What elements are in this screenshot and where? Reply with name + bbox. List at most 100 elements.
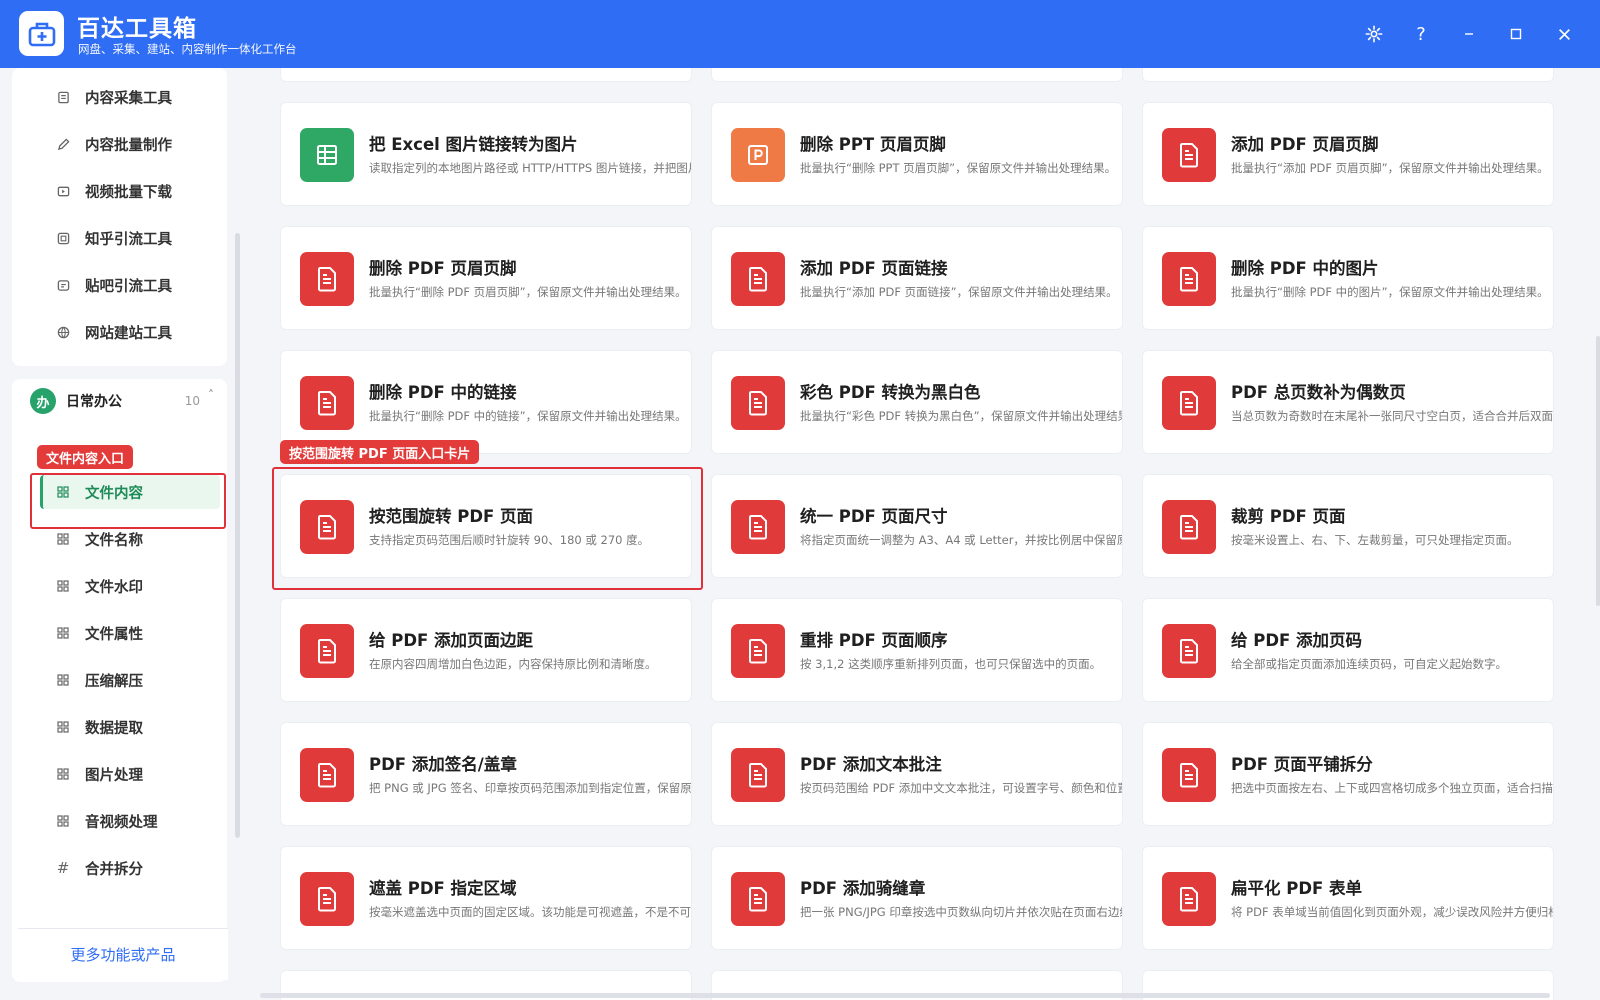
horizontal-scrollbar[interactable] [260,993,1550,998]
group-title: 日常办公 [66,394,122,410]
sidebar-item-label: 文件水印 [85,579,143,596]
sidebar-item-content-batch[interactable]: 内容批量制作 [40,127,220,161]
tool-card-title: 扁平化 PDF 表单 [1231,879,1363,898]
sidebar-item-file-watermark[interactable]: 文件水印 [40,569,220,603]
app-subtitle: 网盘、采集、建站、内容制作一体化工作台 [78,42,297,56]
tool-card[interactable]: PDF 添加签名/盖章把 PNG 或 JPG 签名、印章按页码范围添加到指定位置… [280,722,692,826]
sidebar-item-zhihu[interactable]: 知乎引流工具 [40,221,220,255]
pdf-icon [731,624,785,678]
tool-card-description: 读取指定列的本地图片路径或 HTTP/HTTPS 图片链接，并把图片 [369,161,692,175]
pdf-icon [1162,252,1216,306]
tool-card-title: 裁剪 PDF 页面 [1231,507,1346,526]
close-button[interactable] [1548,18,1580,50]
sidebar-group-daily-office[interactable]: 办 日常办公 10 ˄ [30,386,222,416]
tool-card-title: 给 PDF 添加页码 [1231,631,1363,650]
tool-card[interactable]: PDF 总页数补为偶数页 当总页数为奇数时在末尾补一张同尺寸空白页，适合合并后双面… [1142,350,1554,454]
sidebar-item-av-processing[interactable]: 音视频处理 [40,804,220,838]
tool-card[interactable]: PDF 页面平铺拆分把选中页面按左右、上下或四宫格切成多个独立页面，适合扫描样 [1142,722,1554,826]
tieba-icon [55,277,71,293]
tool-card[interactable]: 遮盖 PDF 指定区域 按毫米遮盖选中页面的固定区域。该功能是可视遮盖，不是不可逆 [280,846,692,950]
sidebar-item-image-processing[interactable]: 图片处理 [40,757,220,791]
tool-card-description: 批量执行“删除 PDF 中的图片”，保留原文件并输出处理结果。 [1231,285,1549,299]
tool-card-partial[interactable] [1142,68,1554,82]
grid-icon [55,625,71,641]
tool-card[interactable]: PDF 添加骑缝章 把一张 PNG/JPG 印章按选中页数纵向切片并依次贴在页面右… [711,846,1123,950]
settings-button[interactable] [1358,18,1390,50]
sidebar-item-label: 视频批量下载 [85,184,172,201]
tool-card[interactable]: 添加 PDF 页面链接 批量执行“添加 PDF 页面链接”，保留原文件并输出处理结… [711,226,1123,330]
tool-card[interactable]: 删除 PPT 页眉页脚 批量执行“删除 PPT 页眉页脚”，保留原文件并输出处理结… [711,102,1123,206]
pdf-icon [300,252,354,306]
sidebar-item-label: 压缩解压 [85,673,143,690]
sidebar-item-data-extract[interactable]: 数据提取 [40,710,220,744]
group-badge: 办 [30,388,56,414]
pdf-icon [300,376,354,430]
ppt-icon [731,128,785,182]
tool-card[interactable]: 删除 PDF 中的链接批量执行“删除 PDF 中的链接”，保留原文件并输出处理结… [280,350,692,454]
tool-card[interactable]: 彩色 PDF 转换为黑白色 批量执行“彩色 PDF 转换为黑白色”，保留原文件并输… [711,350,1123,454]
tool-card[interactable]: 给 PDF 添加页码 给全部或指定页面添加连续页码，可自定义起始数字。 [1142,598,1554,702]
tool-card[interactable]: 统一 PDF 页面尺寸 将指定页面统一调整为 A3、A4 或 Letter，并按比… [711,474,1123,578]
group-count: 10 [184,394,200,408]
tool-card[interactable]: 删除 PDF 页眉页脚 批量执行“删除 PDF 页眉页脚”，保留原文件并输出处理结… [280,226,692,330]
sidebar-item-file-attributes[interactable]: 文件属性 [40,616,220,650]
tool-card-title: PDF 添加文本批注 [800,755,942,774]
sidebar-item-merge-split[interactable]: # 合并拆分 [40,851,220,885]
tool-card[interactable]: 扁平化 PDF 表单将 PDF 表单域当前值固化到页面外观，减少误改风险并方便归… [1142,846,1554,950]
tool-card-partial[interactable] [280,68,692,82]
tool-card-title: 删除 PPT 页眉页脚 [800,135,946,154]
minimize-button[interactable] [1453,18,1485,50]
pdf-icon [731,376,785,430]
tool-card[interactable]: 裁剪 PDF 页面 按毫米设置上、右、下、左裁剪量，可只处理指定页面。 [1142,474,1554,578]
tool-card-title: 重排 PDF 页面顺序 [800,631,948,650]
maximize-button[interactable] [1500,18,1532,50]
document-icon [55,89,71,105]
tool-card-title: 删除 PDF 中的图片 [1231,259,1379,278]
tool-card[interactable]: 把 Excel 图片链接转为图片 读取指定列的本地图片路径或 HTTP/HTTPS… [280,102,692,206]
help-button[interactable]: ? [1405,18,1437,50]
tool-card[interactable]: 重排 PDF 页面顺序按 3,1,2 这类顺序重新排列页面，也可只保留选中的页面… [711,598,1123,702]
sidebar-item-label: 文件名称 [85,532,143,549]
tool-card-partial[interactable] [711,68,1123,82]
tool-card-description: 把一张 PNG/JPG 印章按选中页数纵向切片并依次贴在页面右边缘 [800,905,1123,919]
tool-card-description: 批量执行“彩色 PDF 转换为黑白色”，保留原文件并输出处理结果。 [800,409,1123,423]
sidebar-scroll-thumb[interactable] [235,233,240,838]
sidebar-item-compress[interactable]: 压缩解压 [40,663,220,697]
app-title: 百达工具箱 [77,16,197,42]
tool-card-title: 遮盖 PDF 指定区域 [369,879,517,898]
tool-card-title: 删除 PDF 页眉页脚 [369,259,517,278]
grid-icon [55,813,71,829]
chevron-up-icon[interactable]: ˄ [208,388,214,402]
tool-card[interactable]: 添加 PDF 页眉页脚 批量执行“添加 PDF 页眉页脚”，保留原文件并输出处理结… [1142,102,1554,206]
pdf-icon [1162,748,1216,802]
excel-icon [300,128,354,182]
sidebar-item-website[interactable]: 网站建站工具 [40,315,220,349]
tool-card-title: PDF 总页数补为偶数页 [1231,383,1406,402]
pdf-icon [731,252,785,306]
pdf-icon [300,624,354,678]
sidebar-item-label: 图片处理 [85,767,143,784]
hash-icon: # [56,859,70,877]
tool-card[interactable]: 删除 PDF 中的图片批量执行“删除 PDF 中的图片”，保留原文件并输出处理结… [1142,226,1554,330]
main-scrollbar[interactable] [1595,68,1600,1000]
tool-card[interactable]: PDF 添加文本批注 按页码范围给 PDF 添加中文文本批注，可设置字号、颜色和位… [711,722,1123,826]
sidebar-item-label: 网站建站工具 [85,325,172,342]
tool-card-description: 批量执行“删除 PDF 中的链接”，保留原文件并输出处理结果。 [369,409,687,423]
main-scroll-thumb[interactable] [1596,336,1600,606]
tool-card-title: PDF 页面平铺拆分 [1231,755,1373,774]
file-content-highlight-frame [30,473,226,529]
sidebar-item-content-collect[interactable]: 内容采集工具 [40,80,220,114]
more-features-button[interactable]: 更多功能或产品 [18,928,228,980]
tool-card-description: 把选中页面按左右、上下或四宫格切成多个独立页面，适合扫描样 [1231,781,1554,795]
rotate-pdf-card-highlight-frame [272,467,703,590]
card-callout: 按范围旋转 PDF 页面入口卡片 [280,440,480,464]
sidebar-scrollbar[interactable] [235,148,241,1000]
sidebar-item-tieba[interactable]: 贴吧引流工具 [40,268,220,302]
tool-card[interactable]: 给 PDF 添加页面边距 在原内容四周增加白色边距，内容保持原比例和清晰度。 [280,598,692,702]
tool-card-title: 给 PDF 添加页面边距 [369,631,534,650]
pdf-icon [731,500,785,554]
tool-card-title: 删除 PDF 中的链接 [369,383,517,402]
grid-icon [55,531,71,547]
sidebar-item-video-download[interactable]: 视频批量下载 [40,174,220,208]
sidebar-item-label: 内容采集工具 [85,90,172,107]
